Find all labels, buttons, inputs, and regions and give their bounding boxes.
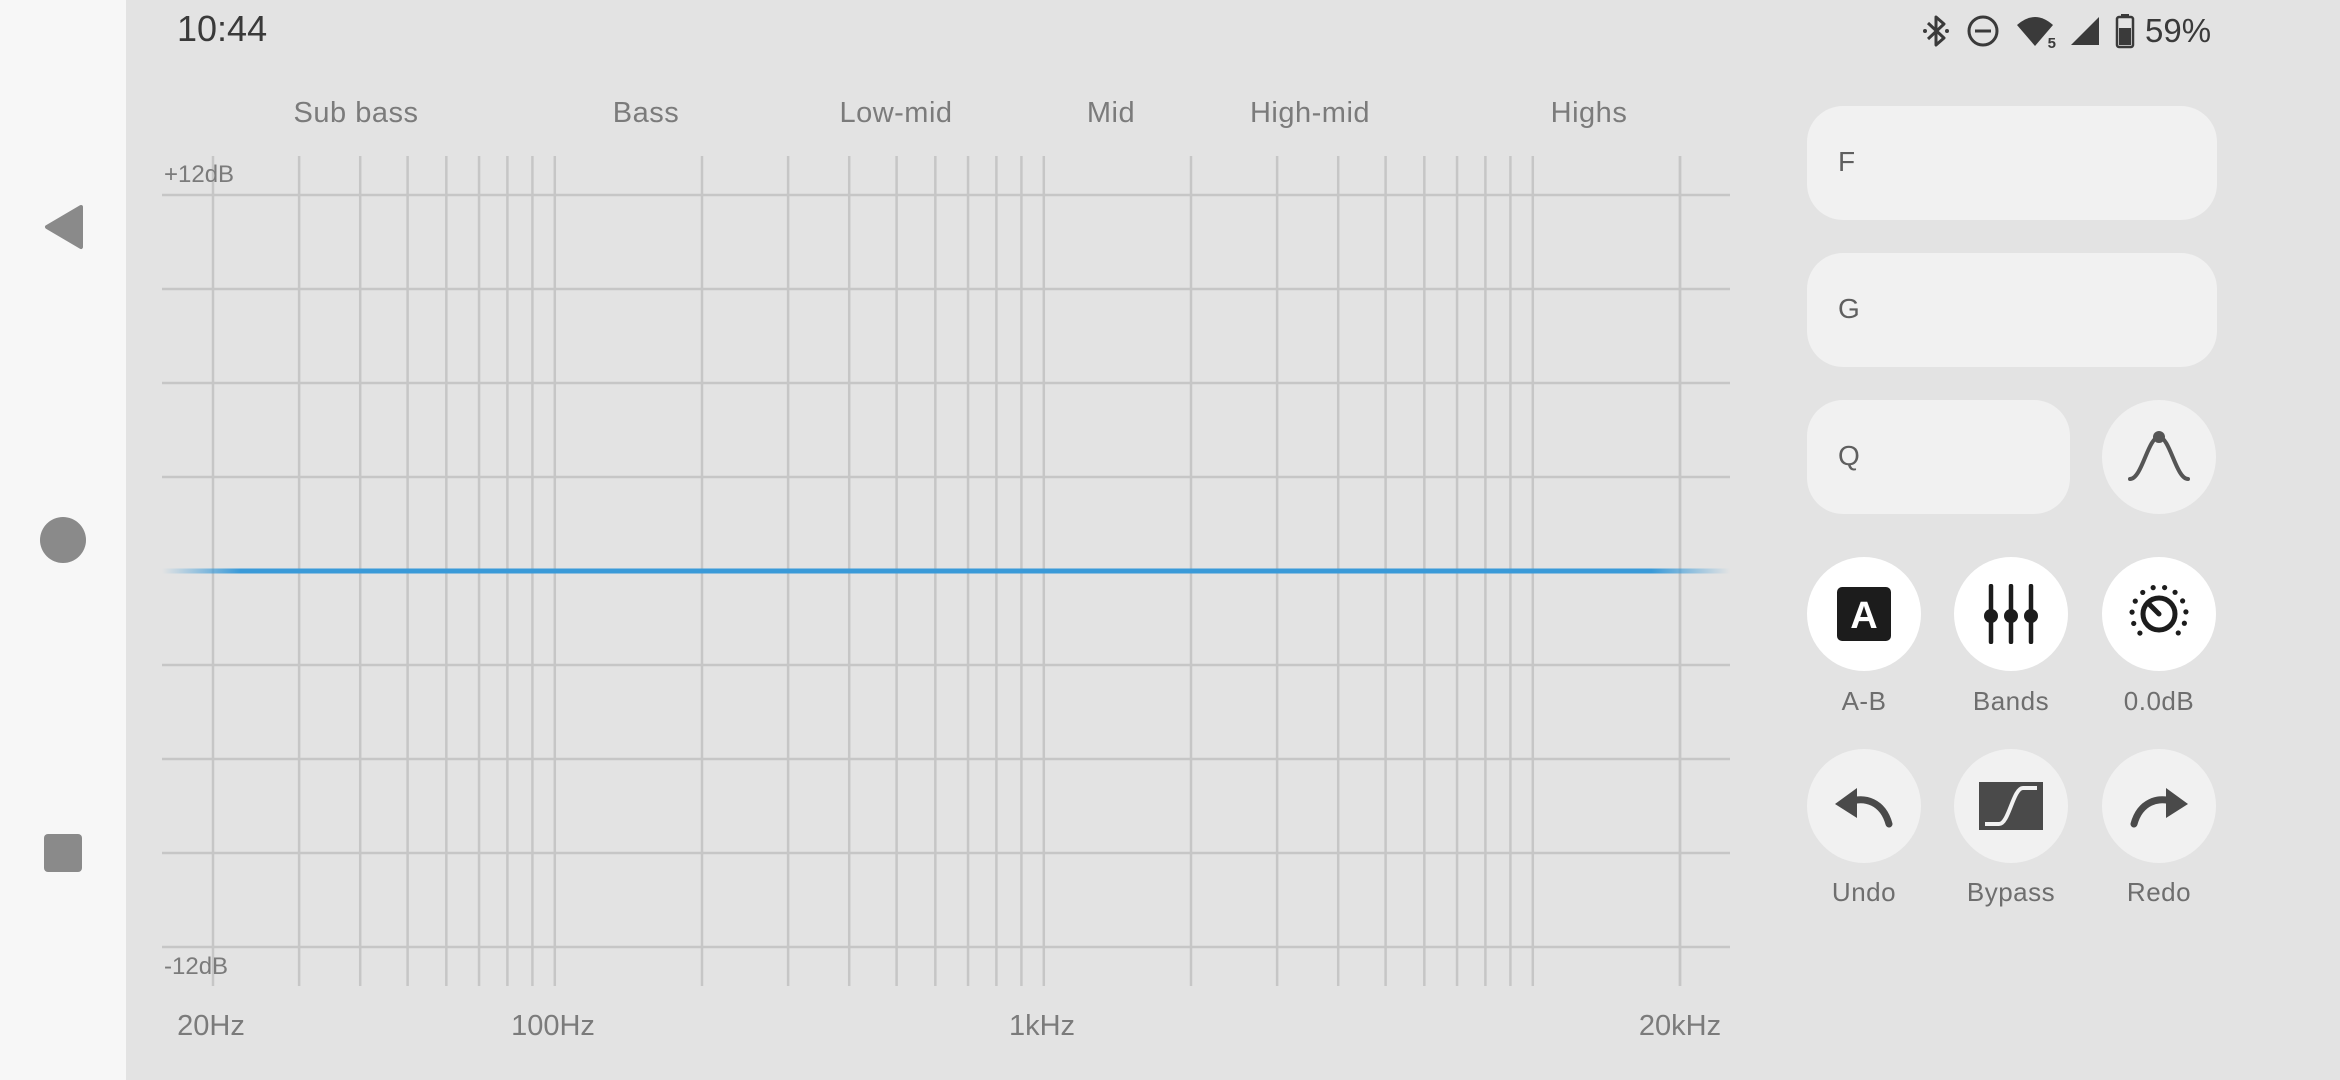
battery-percent: 59% bbox=[2145, 12, 2212, 49]
svg-text:A: A bbox=[1850, 595, 1877, 637]
bypass-icon bbox=[1979, 782, 2043, 830]
db-top-label: +12dB bbox=[164, 161, 235, 188]
recents-square-icon bbox=[44, 834, 82, 872]
back-triangle-icon bbox=[45, 205, 83, 249]
cell-signal-icon bbox=[2071, 17, 2099, 45]
frequency-input[interactable] bbox=[1887, 136, 2147, 190]
freq-label-20khz: 20kHz bbox=[1638, 1010, 1722, 1042]
home-button[interactable] bbox=[36, 513, 90, 567]
recents-button[interactable] bbox=[36, 826, 90, 880]
knob-tick-dot bbox=[2150, 585, 2156, 591]
band-label-high-mid: High-mid bbox=[1249, 97, 1371, 129]
eq-response-curve bbox=[162, 568, 1730, 574]
db-bottom-label: -12dB bbox=[164, 953, 229, 980]
knob-tick-dot bbox=[2129, 609, 2135, 615]
knob-tick-dot bbox=[2140, 589, 2146, 596]
bypass-button[interactable] bbox=[1954, 749, 2068, 863]
knob-tick-dot bbox=[2137, 630, 2143, 636]
gain-field-label: G bbox=[1838, 293, 1860, 324]
knob-tick-dot bbox=[2175, 630, 2181, 636]
ab-letter-icon: A bbox=[1837, 587, 1891, 641]
knob-tick-dot bbox=[2131, 620, 2137, 627]
navigation-bar bbox=[0, 0, 126, 1080]
bypass-label: Bypass bbox=[1966, 877, 2056, 907]
status-bar: 10:44 5 59% bbox=[126, 0, 2340, 62]
q-field[interactable]: Q bbox=[1807, 400, 2070, 514]
knob-tick-dot bbox=[2172, 589, 2178, 595]
knob-icon bbox=[2129, 584, 2189, 636]
gain-value-label: 0.0dB bbox=[2123, 686, 2195, 716]
bands-label: Bands bbox=[1972, 686, 2050, 716]
gain-field[interactable]: G bbox=[1807, 253, 2217, 367]
freq-label-100hz: 100Hz bbox=[511, 1010, 595, 1042]
frequency-field-label: F bbox=[1838, 146, 1856, 177]
wifi-badge: 5 bbox=[2046, 35, 2057, 52]
frequency-field[interactable]: F bbox=[1807, 106, 2217, 220]
eq-graph[interactable] bbox=[160, 150, 1732, 990]
gain-input[interactable] bbox=[1887, 283, 2147, 337]
band-label-low-mid: Low-mid bbox=[839, 97, 953, 129]
freq-label-20hz: 20Hz bbox=[177, 1010, 245, 1042]
gain-knob-button[interactable] bbox=[2102, 557, 2216, 671]
status-time: 10:44 bbox=[177, 8, 268, 49]
filter-type-button[interactable] bbox=[2102, 400, 2216, 514]
back-button[interactable] bbox=[36, 200, 90, 254]
ab-compare-button[interactable]: A bbox=[1807, 557, 1921, 671]
home-circle-icon bbox=[40, 517, 86, 563]
q-input[interactable] bbox=[1887, 430, 2047, 484]
knob-tick-dot bbox=[2180, 598, 2186, 604]
bands-button[interactable] bbox=[1954, 557, 2068, 671]
freq-label-1khz: 1kHz bbox=[1008, 1010, 1076, 1042]
band-label-mid: Mid bbox=[1086, 97, 1136, 129]
status-icons: 5 59% bbox=[1921, 12, 2212, 52]
redo-icon bbox=[2130, 788, 2188, 828]
band-label-highs: Highs bbox=[1550, 97, 1628, 129]
ab-label: A-B bbox=[1841, 686, 1887, 716]
knob-tick-dot bbox=[2132, 598, 2138, 604]
sliders-icon bbox=[1984, 584, 2038, 644]
battery-icon bbox=[2115, 14, 2135, 49]
knob-tick-dot bbox=[2183, 609, 2189, 615]
redo-button[interactable] bbox=[2102, 749, 2216, 863]
do-not-disturb-icon bbox=[1967, 15, 1999, 47]
bluetooth-icon bbox=[1923, 15, 1949, 47]
redo-label: Redo bbox=[2126, 877, 2192, 907]
wifi-indicator: 5 bbox=[2015, 13, 2057, 52]
band-label-sub-bass: Sub bass bbox=[293, 97, 419, 129]
undo-icon bbox=[1835, 788, 1893, 828]
q-field-label: Q bbox=[1838, 440, 1860, 471]
knob-tick-dot bbox=[2181, 620, 2187, 626]
knob-tick-dot bbox=[2162, 584, 2168, 591]
undo-button[interactable] bbox=[1807, 749, 1921, 863]
undo-label: Undo bbox=[1831, 877, 1897, 907]
peak-filter-icon bbox=[2128, 431, 2190, 481]
band-label-bass: Bass bbox=[612, 97, 680, 129]
